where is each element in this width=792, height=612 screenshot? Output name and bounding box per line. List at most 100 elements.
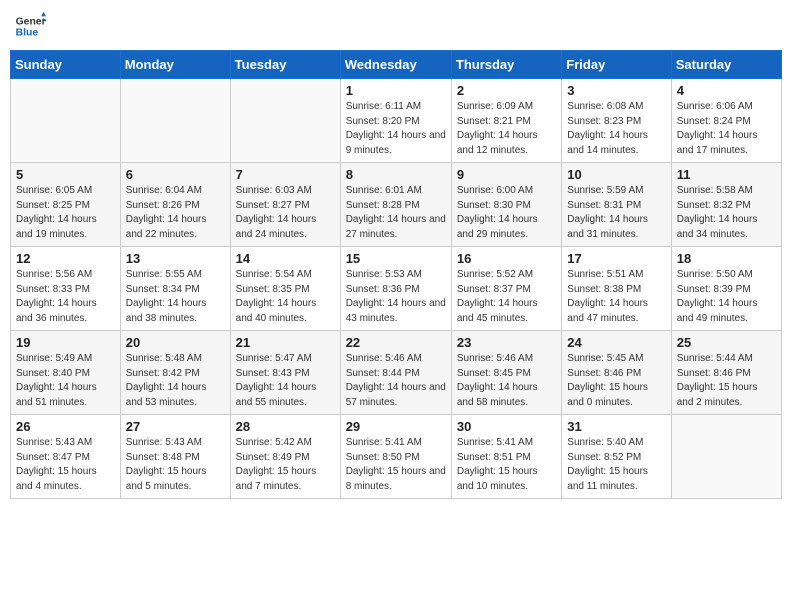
calendar-cell: 8Sunrise: 6:01 AM Sunset: 8:28 PM Daylig… [340,163,451,247]
calendar-cell: 13 Sunrise: 5:55 AM Sunset: 8:34 PM Dayli… [120,247,230,331]
logo: General Blue [14,10,46,42]
day-info: Sunrise: 6:08 AM Sunset: 8:23 PM Dayligh… [567,100,665,158]
day-number: 13 [126,251,225,266]
calendar-cell: 5Sunrise: 6:05 AM Sunset: 8:25 PM Daylig… [11,163,121,247]
day-number: 28 [236,419,335,434]
day-info: Sunrise: 6:11 AM Sunset: 8:20 PM Dayligh… [346,100,446,158]
day-info: Sunrise: 5:41 AM Sunset: 8:50 PM Dayligh… [346,436,446,494]
day-info: Sunrise: 5:42 AM Sunset: 8:49 PM Dayligh… [236,436,335,494]
calendar-cell: 12 Sunrise: 5:56 AM Sunset: 8:33 PM Dayli… [11,247,121,331]
day-number: 2 [457,83,556,98]
day-number: 7 [236,167,335,182]
day-info: Sunrise: 5:45 AM Sunset: 8:46 PM Dayligh… [567,352,665,410]
calendar-cell: 21 Sunrise: 5:47 AM Sunset: 8:43 PM Dayli… [230,331,340,415]
week-row-3: 12 Sunrise: 5:56 AM Sunset: 8:33 PM Dayli… [11,247,782,331]
day-number: 24 [567,335,665,350]
calendar-cell: 15 Sunrise: 5:53 AM Sunset: 8:36 PM Dayli… [340,247,451,331]
calendar-cell: 7 Sunrise: 6:03 AM Sunset: 8:27 PM Daylig… [230,163,340,247]
week-row-1: 1 Sunrise: 6:11 AM Sunset: 8:20 PM Daylig… [11,79,782,163]
calendar-cell: 22 Sunrise: 5:46 AM Sunset: 8:44 PM Dayli… [340,331,451,415]
calendar-cell: 16 Sunrise: 5:52 AM Sunset: 8:37 PM Dayli… [451,247,561,331]
day-info: Sunrise: 5:54 AM Sunset: 8:35 PM Dayligh… [236,268,335,326]
day-info: Sunrise: 6:03 AM Sunset: 8:27 PM Dayligh… [236,184,335,242]
day-number: 5 [16,167,115,182]
day-number: 26 [16,419,115,434]
day-number: 10 [567,167,665,182]
day-info: Sunrise: 5:59 AM Sunset: 8:31 PM Dayligh… [567,184,665,242]
calendar-cell: 24 Sunrise: 5:45 AM Sunset: 8:46 PM Dayli… [562,331,671,415]
day-number: 21 [236,335,335,350]
calendar-cell: 31 Sunrise: 5:40 AM Sunset: 8:52 PM Dayli… [562,415,671,499]
week-row-2: 5Sunrise: 6:05 AM Sunset: 8:25 PM Daylig… [11,163,782,247]
calendar-cell: 30 Sunrise: 5:41 AM Sunset: 8:51 PM Dayli… [451,415,561,499]
calendar-cell [120,79,230,163]
calendar-cell: 23 Sunrise: 5:46 AM Sunset: 8:45 PM Dayli… [451,331,561,415]
column-header-thursday: Thursday [451,51,561,79]
day-number: 3 [567,83,665,98]
day-number: 9 [457,167,556,182]
day-number: 15 [346,251,446,266]
day-number: 19 [16,335,115,350]
day-info: Sunrise: 5:56 AM Sunset: 8:33 PM Dayligh… [16,268,115,326]
day-info: Sunrise: 6:04 AM Sunset: 8:26 PM Dayligh… [126,184,225,242]
calendar-cell: 26 Sunrise: 5:43 AM Sunset: 8:47 PM Dayli… [11,415,121,499]
calendar-cell [11,79,121,163]
calendar-table: SundayMondayTuesdayWednesdayThursdayFrid… [10,50,782,499]
calendar-cell: 14 Sunrise: 5:54 AM Sunset: 8:35 PM Dayli… [230,247,340,331]
day-info: Sunrise: 5:40 AM Sunset: 8:52 PM Dayligh… [567,436,665,494]
day-info: Sunrise: 5:53 AM Sunset: 8:36 PM Dayligh… [346,268,446,326]
day-number: 1 [346,83,446,98]
calendar-cell: 20Sunrise: 5:48 AM Sunset: 8:42 PM Dayli… [120,331,230,415]
week-row-4: 19Sunrise: 5:49 AM Sunset: 8:40 PM Dayli… [11,331,782,415]
day-number: 27 [126,419,225,434]
calendar-cell: 2Sunrise: 6:09 AM Sunset: 8:21 PM Daylig… [451,79,561,163]
calendar-cell: 11 Sunrise: 5:58 AM Sunset: 8:32 PM Dayli… [671,163,781,247]
calendar-cell: 3 Sunrise: 6:08 AM Sunset: 8:23 PM Daylig… [562,79,671,163]
calendar-cell: 4 Sunrise: 6:06 AM Sunset: 8:24 PM Daylig… [671,79,781,163]
calendar-body: 1 Sunrise: 6:11 AM Sunset: 8:20 PM Daylig… [11,79,782,499]
calendar-cell [230,79,340,163]
day-number: 18 [677,251,776,266]
day-info: Sunrise: 5:46 AM Sunset: 8:45 PM Dayligh… [457,352,556,410]
calendar-cell: 19Sunrise: 5:49 AM Sunset: 8:40 PM Dayli… [11,331,121,415]
column-header-sunday: Sunday [11,51,121,79]
calendar-cell: 10 Sunrise: 5:59 AM Sunset: 8:31 PM Dayli… [562,163,671,247]
day-number: 22 [346,335,446,350]
day-info: Sunrise: 5:48 AM Sunset: 8:42 PM Dayligh… [126,352,225,410]
day-number: 23 [457,335,556,350]
day-info: Sunrise: 5:50 AM Sunset: 8:39 PM Dayligh… [677,268,776,326]
calendar-cell: 29Sunrise: 5:41 AM Sunset: 8:50 PM Dayli… [340,415,451,499]
calendar-cell: 6 Sunrise: 6:04 AM Sunset: 8:26 PM Daylig… [120,163,230,247]
svg-text:Blue: Blue [16,28,39,39]
day-info: Sunrise: 5:43 AM Sunset: 8:48 PM Dayligh… [126,436,225,494]
day-info: Sunrise: 5:46 AM Sunset: 8:44 PM Dayligh… [346,352,446,410]
day-info: Sunrise: 5:44 AM Sunset: 8:46 PM Dayligh… [677,352,776,410]
calendar-cell: 1 Sunrise: 6:11 AM Sunset: 8:20 PM Daylig… [340,79,451,163]
day-number: 12 [16,251,115,266]
day-info: Sunrise: 6:01 AM Sunset: 8:28 PM Dayligh… [346,184,446,242]
day-number: 4 [677,83,776,98]
day-number: 14 [236,251,335,266]
day-info: Sunrise: 5:47 AM Sunset: 8:43 PM Dayligh… [236,352,335,410]
day-number: 30 [457,419,556,434]
column-header-tuesday: Tuesday [230,51,340,79]
svg-text:General: General [16,16,46,27]
calendar-cell: 27 Sunrise: 5:43 AM Sunset: 8:48 PM Dayli… [120,415,230,499]
day-info: Sunrise: 5:41 AM Sunset: 8:51 PM Dayligh… [457,436,556,494]
day-info: Sunrise: 6:06 AM Sunset: 8:24 PM Dayligh… [677,100,776,158]
day-info: Sunrise: 5:55 AM Sunset: 8:34 PM Dayligh… [126,268,225,326]
day-number: 6 [126,167,225,182]
day-number: 17 [567,251,665,266]
day-info: Sunrise: 5:52 AM Sunset: 8:37 PM Dayligh… [457,268,556,326]
day-number: 31 [567,419,665,434]
day-info: Sunrise: 5:58 AM Sunset: 8:32 PM Dayligh… [677,184,776,242]
day-info: Sunrise: 5:43 AM Sunset: 8:47 PM Dayligh… [16,436,115,494]
week-row-5: 26 Sunrise: 5:43 AM Sunset: 8:47 PM Dayli… [11,415,782,499]
column-header-friday: Friday [562,51,671,79]
day-number: 16 [457,251,556,266]
day-info: Sunrise: 6:00 AM Sunset: 8:30 PM Dayligh… [457,184,556,242]
page-header: General Blue [10,10,782,42]
day-number: 11 [677,167,776,182]
logo-icon: General Blue [14,10,46,42]
calendar-cell [671,415,781,499]
